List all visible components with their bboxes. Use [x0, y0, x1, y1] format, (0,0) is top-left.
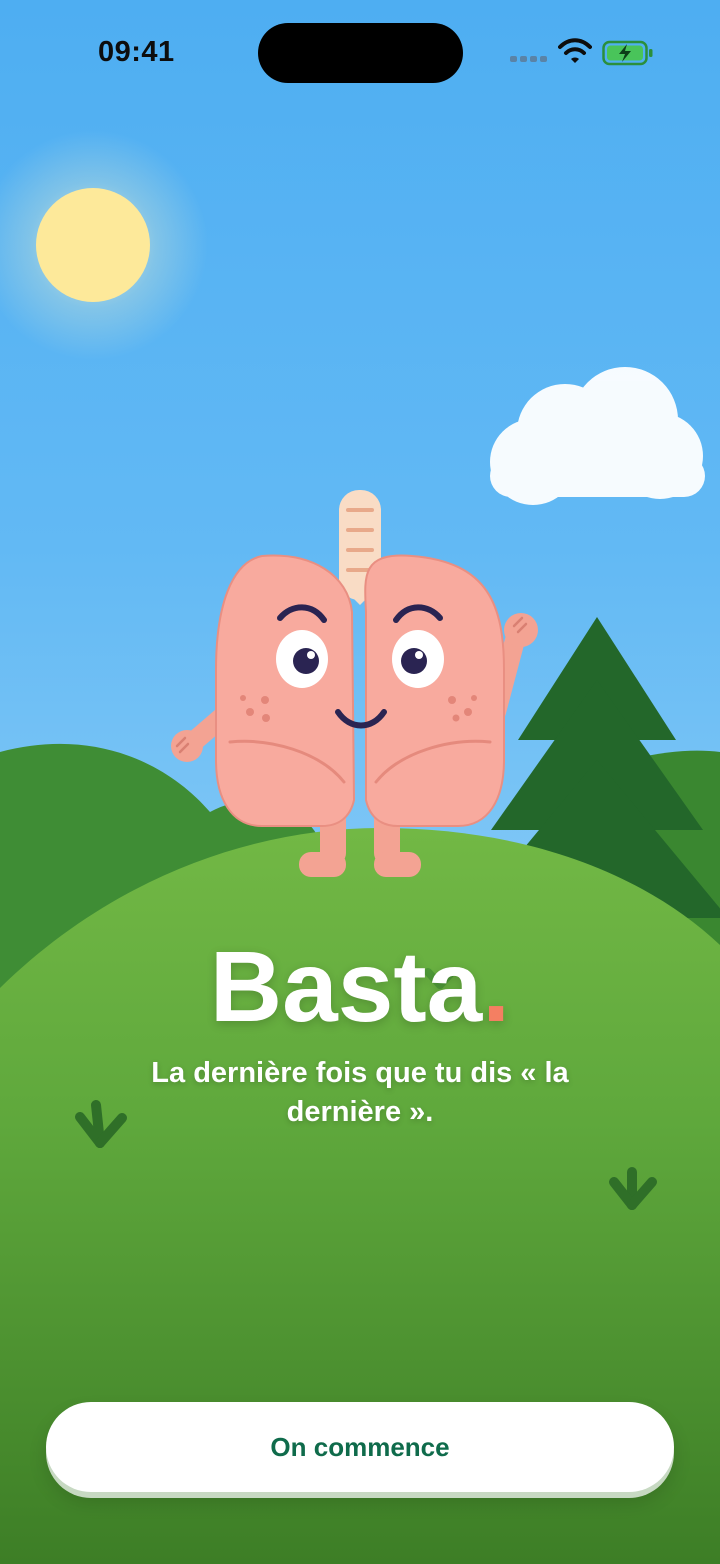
status-bar: 09:41 [0, 0, 720, 100]
tagline: La dernière fois que tu dis « la dernièr… [151, 1057, 569, 1128]
cloud [490, 367, 705, 505]
start-button[interactable]: On commence [46, 1402, 674, 1492]
onboarding-screen: 09:41 Basta. La dernière fois que tu dis… [0, 0, 720, 1564]
welcome-illustration [0, 130, 720, 1564]
app-title: Basta. [0, 930, 720, 1045]
app-name: Basta [209, 931, 483, 1043]
battery-charging-icon [602, 40, 653, 66]
wifi-icon [558, 38, 592, 63]
cellular-signal-icon [510, 56, 550, 64]
dynamic-island [258, 23, 463, 83]
status-time: 09:41 [98, 36, 175, 68]
brand-dot: . [482, 931, 511, 1043]
sun [0, 130, 208, 360]
